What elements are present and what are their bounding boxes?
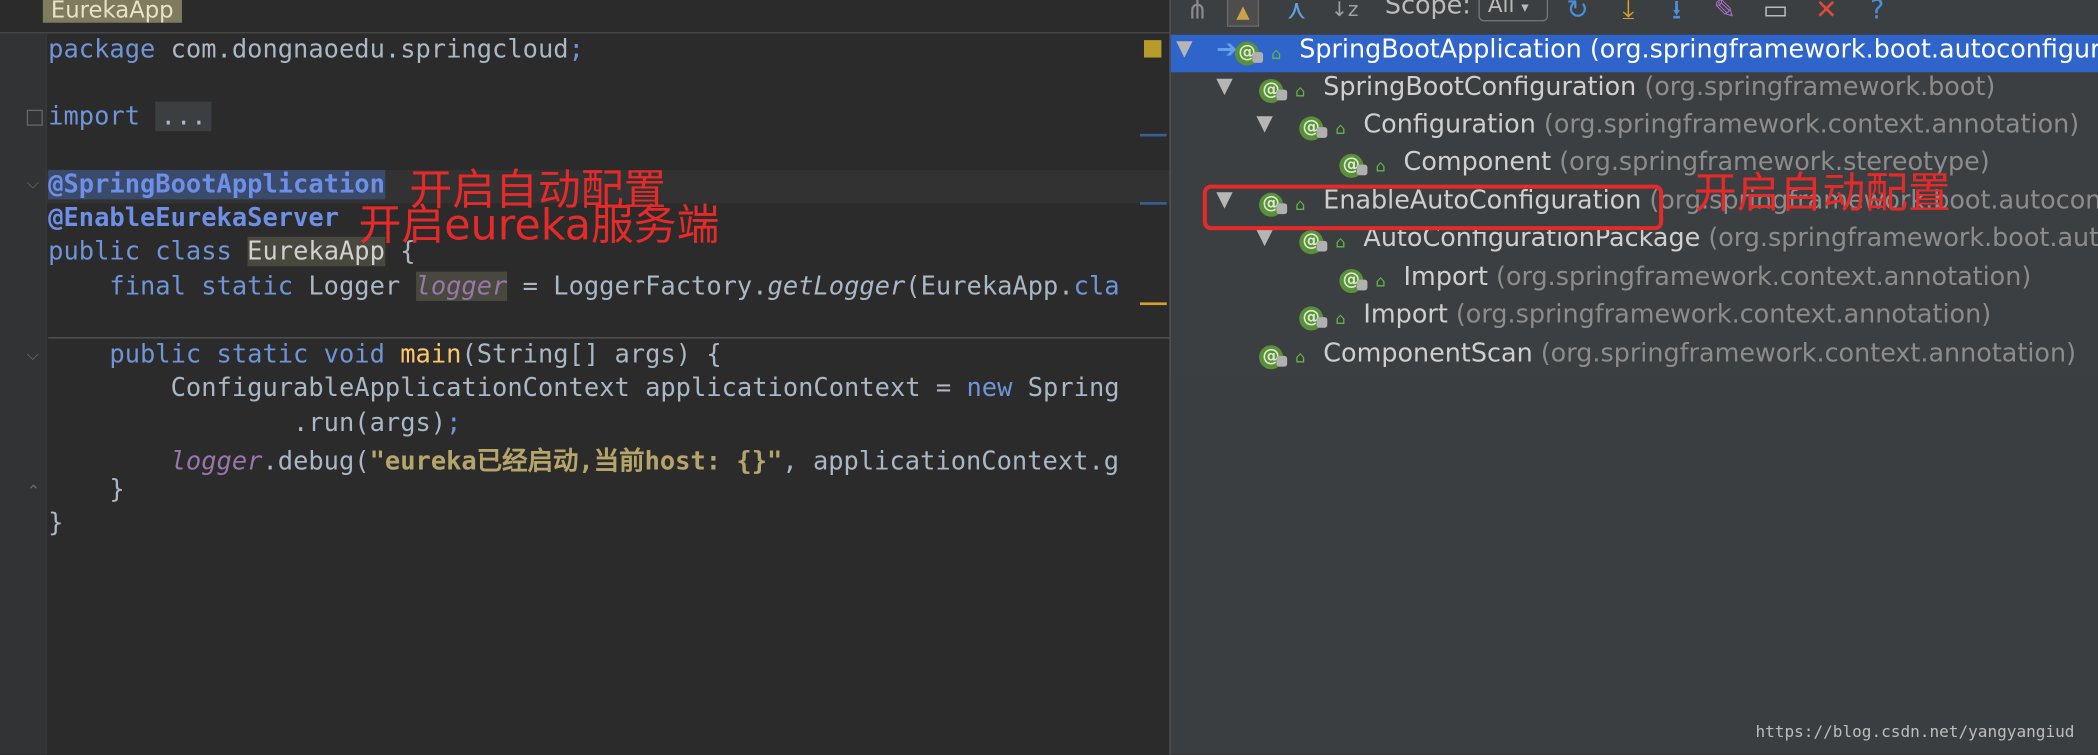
method-separator: [48, 337, 1170, 339]
expanded-triangle-icon[interactable]: ▼: [1176, 35, 1192, 60]
annotation-note-eureka-server: 开启eureka服务端: [358, 199, 720, 251]
scroll-to-source-icon[interactable]: ⭳: [1660, 0, 1692, 27]
editor-tab-strip: EurekaApp: [0, 0, 1170, 34]
sort-alpha-icon[interactable]: ↓z: [1329, 0, 1361, 27]
scope-label: Scope:: [1384, 0, 1471, 21]
code-line-context: ConfigurableApplicationContext applicati…: [48, 373, 1120, 403]
public-icon: ⌂: [1375, 156, 1386, 176]
lock-icon: [1356, 279, 1368, 291]
tree-node-label: Configuration (org.springframework.conte…: [1363, 109, 2080, 140]
editor-gutter: [0, 33, 47, 755]
public-icon: ⌂: [1335, 232, 1346, 252]
annotation-note-tree-autoconfig: 开启自动配置: [1693, 167, 1951, 219]
watermark-url: https://blog.csdn.net/yangyangiud: [1755, 722, 2075, 742]
hierarchy-tree-icon[interactable]: ⋔: [1181, 0, 1213, 27]
copy-icon[interactable]: ▭: [1759, 0, 1791, 27]
screenshot-root: EurekaApp ⌵ ⌵ ⌃ package com.dongnaoedu.s…: [0, 0, 2098, 755]
code-line-package: package com.dongnaoedu.springcloud;: [48, 34, 584, 65]
public-icon: ⌂: [1375, 271, 1386, 291]
tree-row-springbootapplication[interactable]: ▼ ➔ @ ⌂ SpringBootApplication (org.sprin…: [1170, 34, 2098, 73]
pin-icon[interactable]: ✎: [1709, 0, 1741, 27]
tree-row-import[interactable]: @ ⌂ Import (org.springframework.context.…: [1171, 300, 2098, 337]
public-icon: ⌂: [1335, 309, 1346, 328]
hierarchy-empty-area: [1170, 377, 2098, 755]
code-line-logger: final static Logger logger = LoggerFacto…: [48, 271, 1120, 302]
export-icon[interactable]: ⤓: [1612, 0, 1644, 27]
refresh-icon[interactable]: ↻: [1561, 0, 1593, 27]
fold-end-icon[interactable]: ⌃: [27, 482, 40, 501]
public-icon: ⌂: [1295, 347, 1306, 367]
code-line-close-class: }: [48, 508, 64, 538]
chevron-down-icon: ▾: [1521, 0, 1529, 17]
tree-row-springbootconfiguration[interactable]: ▼ @ ⌂ SpringBootConfiguration (org.sprin…: [1171, 72, 2098, 109]
scroll-marker[interactable]: [1139, 133, 1167, 137]
folded-imports[interactable]: ...: [155, 101, 212, 132]
editor-tab-eurekaapp[interactable]: EurekaApp: [42, 0, 182, 23]
lock-icon: [1356, 164, 1368, 176]
help-icon[interactable]: ?: [1861, 0, 1893, 27]
tree-row-configuration[interactable]: ▼ @ ⌂ Configuration (org.springframework…: [1171, 110, 2098, 147]
close-icon[interactable]: ✕: [1810, 0, 1842, 27]
tree-node-label: SpringBootConfiguration (org.springframe…: [1323, 72, 1996, 102]
annotation-hierarchy-panel: ⋔ ▴ ⋏ ↓z Scope: All ▾ ↻ ⤓ ⭳ ✎ ▭ ✕ ? ▼ ➔ …: [1169, 0, 2098, 755]
expanded-triangle-icon[interactable]: ▼: [1256, 110, 1272, 135]
code-line-import: import ...: [48, 101, 212, 135]
tree-row-import[interactable]: @ ⌂ Import (org.springframework.context.…: [1171, 262, 2098, 299]
tree-node-label: Import (org.springframework.context.anno…: [1403, 262, 2032, 292]
scope-select[interactable]: All ▾: [1478, 0, 1549, 22]
code-line-annotation-springboot: @SpringBootApplication: [48, 169, 385, 200]
scope-select-value: All: [1487, 0, 1515, 18]
lock-icon: [1316, 127, 1328, 138]
lock-icon: [1316, 317, 1328, 328]
code-line-close-method: }: [48, 474, 125, 505]
expanded-triangle-icon[interactable]: ▼: [1216, 72, 1232, 97]
annotation-highlight-box: [1202, 184, 1664, 231]
fold-expand-icon[interactable]: [26, 109, 43, 126]
current-element-arrow-icon: ➔: [1216, 34, 1238, 65]
code-line-debug: logger.debug("eureka已经启动,当前host: {}", ap…: [48, 446, 1120, 477]
code-line-main: public static void main(String[] args) {: [48, 339, 722, 370]
supertypes-icon[interactable]: ▴: [1226, 0, 1260, 27]
scroll-marker-warning[interactable]: [1139, 302, 1167, 306]
subtypes-icon[interactable]: ⋏: [1280, 0, 1312, 27]
public-icon: ⌂: [1335, 119, 1346, 138]
tree-node-label: Import (org.springframework.context.anno…: [1363, 299, 1992, 330]
lock-icon: [1276, 355, 1288, 367]
public-icon: ⌂: [1295, 81, 1306, 101]
lock-icon: [1316, 240, 1328, 252]
public-icon: ⌂: [1271, 44, 1282, 63]
tree-node-label: ComponentScan (org.springframework.conte…: [1323, 338, 2077, 368]
code-line-annotation-eureka: @EnableEurekaServer: [48, 203, 339, 233]
lock-icon: [1276, 89, 1288, 101]
scroll-marker[interactable]: [1139, 202, 1167, 205]
code-editor[interactable]: EurekaApp ⌵ ⌵ ⌃ package com.dongnaoedu.s…: [0, 0, 1170, 755]
code-line-run: .run(args);: [48, 408, 462, 438]
tree-row-componentscan[interactable]: @ ⌂ ComponentScan (org.springframework.c…: [1171, 339, 2098, 376]
hierarchy-toolbar: ⋔ ▴ ⋏ ↓z Scope: All ▾ ↻ ⤓ ⭳ ✎ ▭ ✕ ?: [1171, 0, 2098, 29]
tree-row-component[interactable]: @ ⌂ Component (org.springframework.stere…: [1171, 147, 2098, 184]
warning-marker[interactable]: [1143, 40, 1162, 58]
tree-node-label: SpringBootApplication (org.springframewo…: [1299, 34, 2098, 65]
lock-icon: [1252, 52, 1264, 63]
fold-collapse-icon[interactable]: ⌵: [27, 174, 39, 194]
fold-collapse-icon[interactable]: ⌵: [27, 345, 39, 365]
